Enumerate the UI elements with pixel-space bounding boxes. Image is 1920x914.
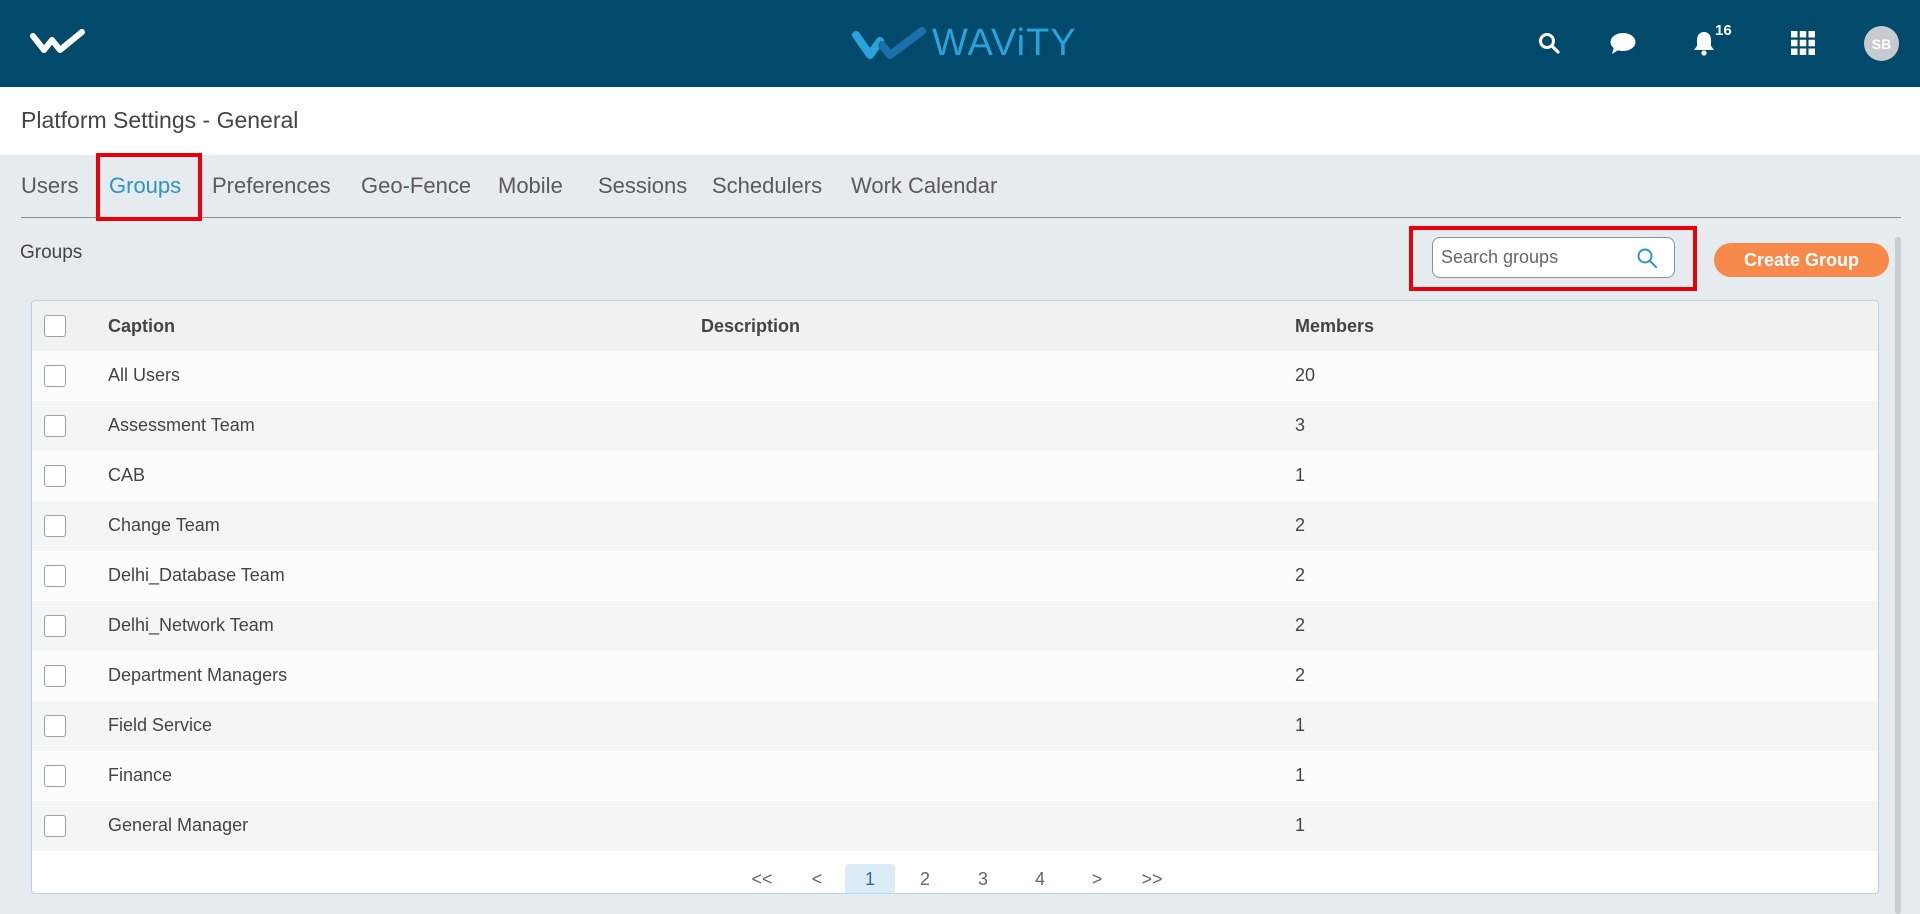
table-row[interactable]: Department Managers 2 [32,651,1878,701]
row-members: 2 [1295,515,1306,535]
top-navbar: WAViTY 16 SB [0,0,1920,87]
vertical-scrollbar[interactable] [1895,237,1901,914]
tab-geo-fence[interactable]: Geo-Fence [361,173,471,199]
page-button[interactable]: 2 [910,864,940,893]
page-header: Platform Settings - General [0,87,1920,155]
row-members: 1 [1295,715,1306,735]
column-members[interactable]: Members [1295,316,1374,337]
wavity-logo-icon [852,27,926,59]
search-icon[interactable] [1636,247,1658,269]
row-checkbox[interactable] [44,515,66,537]
row-members: 20 [1295,365,1316,385]
row-checkbox[interactable] [44,665,66,687]
next-page-button[interactable]: > [1082,864,1112,893]
table-row[interactable]: All Users 20 [32,351,1878,401]
table-row[interactable]: Change Team 2 [32,501,1878,551]
section-label: Groups [20,242,83,263]
row-caption: Field Service [108,715,213,735]
row-caption: Delhi_Network Team [108,615,274,635]
table-row[interactable]: Assessment Team 3 [32,401,1878,451]
row-checkbox[interactable] [44,465,66,487]
avatar[interactable]: SB [1864,26,1899,61]
tab-sessions[interactable]: Sessions [598,173,687,199]
page-button[interactable]: 3 [968,864,998,893]
search-icon[interactable] [1534,28,1564,58]
row-caption: General Manager [108,815,249,835]
row-members: 1 [1295,465,1306,485]
row-members: 3 [1295,415,1306,435]
tab-users[interactable]: Users [21,173,78,199]
table-row[interactable]: Finance 1 [32,751,1878,801]
table-row[interactable]: General Manager 1 [32,801,1878,851]
search-input[interactable] [1441,238,1631,277]
page-button[interactable]: 4 [1025,864,1055,893]
create-group-button[interactable]: Create Group [1714,243,1889,277]
row-caption: Assessment Team [108,415,255,435]
table-row[interactable]: Delhi_Network Team 2 [32,601,1878,651]
row-checkbox[interactable] [44,815,66,837]
select-all-checkbox[interactable] [44,315,66,337]
row-members: 1 [1295,815,1306,835]
row-checkbox[interactable] [44,615,66,637]
brand-logo: WAViTY [852,20,1077,66]
row-checkbox[interactable] [44,415,66,437]
row-members: 2 [1295,615,1306,635]
prev-page-button[interactable]: < [802,864,832,893]
chat-icon[interactable] [1608,28,1638,58]
table-row[interactable]: Delhi_Database Team 2 [32,551,1878,601]
row-checkbox[interactable] [44,765,66,787]
row-members: 2 [1295,565,1306,585]
row-caption: Finance [108,765,173,785]
table-header: Caption Description Members [32,301,1878,351]
row-caption: Delhi_Database Team [108,565,285,585]
logo-icon[interactable] [30,28,86,58]
row-members: 2 [1295,665,1306,685]
page-button[interactable]: 1 [845,864,895,893]
pagination: << < 1 2 3 4 > >> [32,853,1878,893]
row-members: 1 [1295,765,1306,785]
groups-table: Caption Description Members All Users 20… [31,300,1879,894]
tab-preferences[interactable]: Preferences [212,173,331,199]
tab-schedulers[interactable]: Schedulers [712,173,822,199]
apps-grid-icon[interactable] [1788,28,1818,58]
row-caption: Change Team [108,515,220,535]
last-page-button[interactable]: >> [1132,864,1172,893]
tab-work-calendar[interactable]: Work Calendar [851,173,997,199]
tab-groups[interactable]: Groups [109,173,181,199]
notification-badge: 16 [1715,22,1732,39]
tab-mobile[interactable]: Mobile [498,173,563,199]
table-row[interactable]: CAB 1 [32,451,1878,501]
brand-name: WAViTY [932,21,1077,64]
row-checkbox[interactable] [44,365,66,387]
page-title: Platform Settings - General [21,107,299,133]
first-page-button[interactable]: << [742,864,782,893]
column-description[interactable]: Description [701,316,800,337]
table-row[interactable]: Field Service 1 [32,701,1878,751]
row-checkbox[interactable] [44,715,66,737]
settings-tabs: Users Groups Preferences Geo-Fence Mobil… [21,155,1901,218]
row-caption: Department Managers [108,665,288,685]
search-box [1432,237,1675,278]
row-caption: All Users [108,365,181,385]
column-caption[interactable]: Caption [108,316,175,337]
row-checkbox[interactable] [44,565,66,587]
row-caption: CAB [108,465,146,485]
